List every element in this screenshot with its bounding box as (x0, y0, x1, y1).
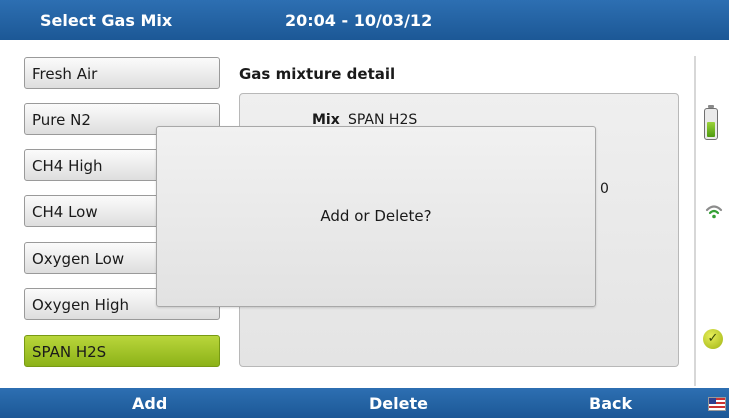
check-icon: ✓ (703, 329, 723, 349)
title-bar: Select Gas Mix 20:04 - 10/03/12 (0, 0, 729, 40)
gas-item-span-h2s[interactable]: SPAN H2S (24, 335, 220, 367)
divider (694, 56, 696, 386)
page-title: Select Gas Mix (40, 11, 173, 30)
detail-heading: Gas mixture detail (239, 65, 396, 83)
us-flag-icon[interactable] (708, 397, 726, 411)
dialog-message: Add or Delete? (320, 207, 432, 225)
add-delete-dialog: Add or Delete? (156, 126, 596, 307)
delete-button[interactable]: Delete (369, 394, 428, 413)
bottom-bar: Add Delete Back (0, 388, 729, 418)
battery-icon (704, 105, 718, 141)
detail-partial-value: 0 (600, 181, 609, 197)
wifi-icon (705, 203, 723, 221)
datetime-display: 20:04 - 10/03/12 (285, 11, 433, 30)
back-button[interactable]: Back (589, 394, 632, 413)
gas-item-fresh-air[interactable]: Fresh Air (24, 57, 220, 89)
add-button[interactable]: Add (132, 394, 167, 413)
